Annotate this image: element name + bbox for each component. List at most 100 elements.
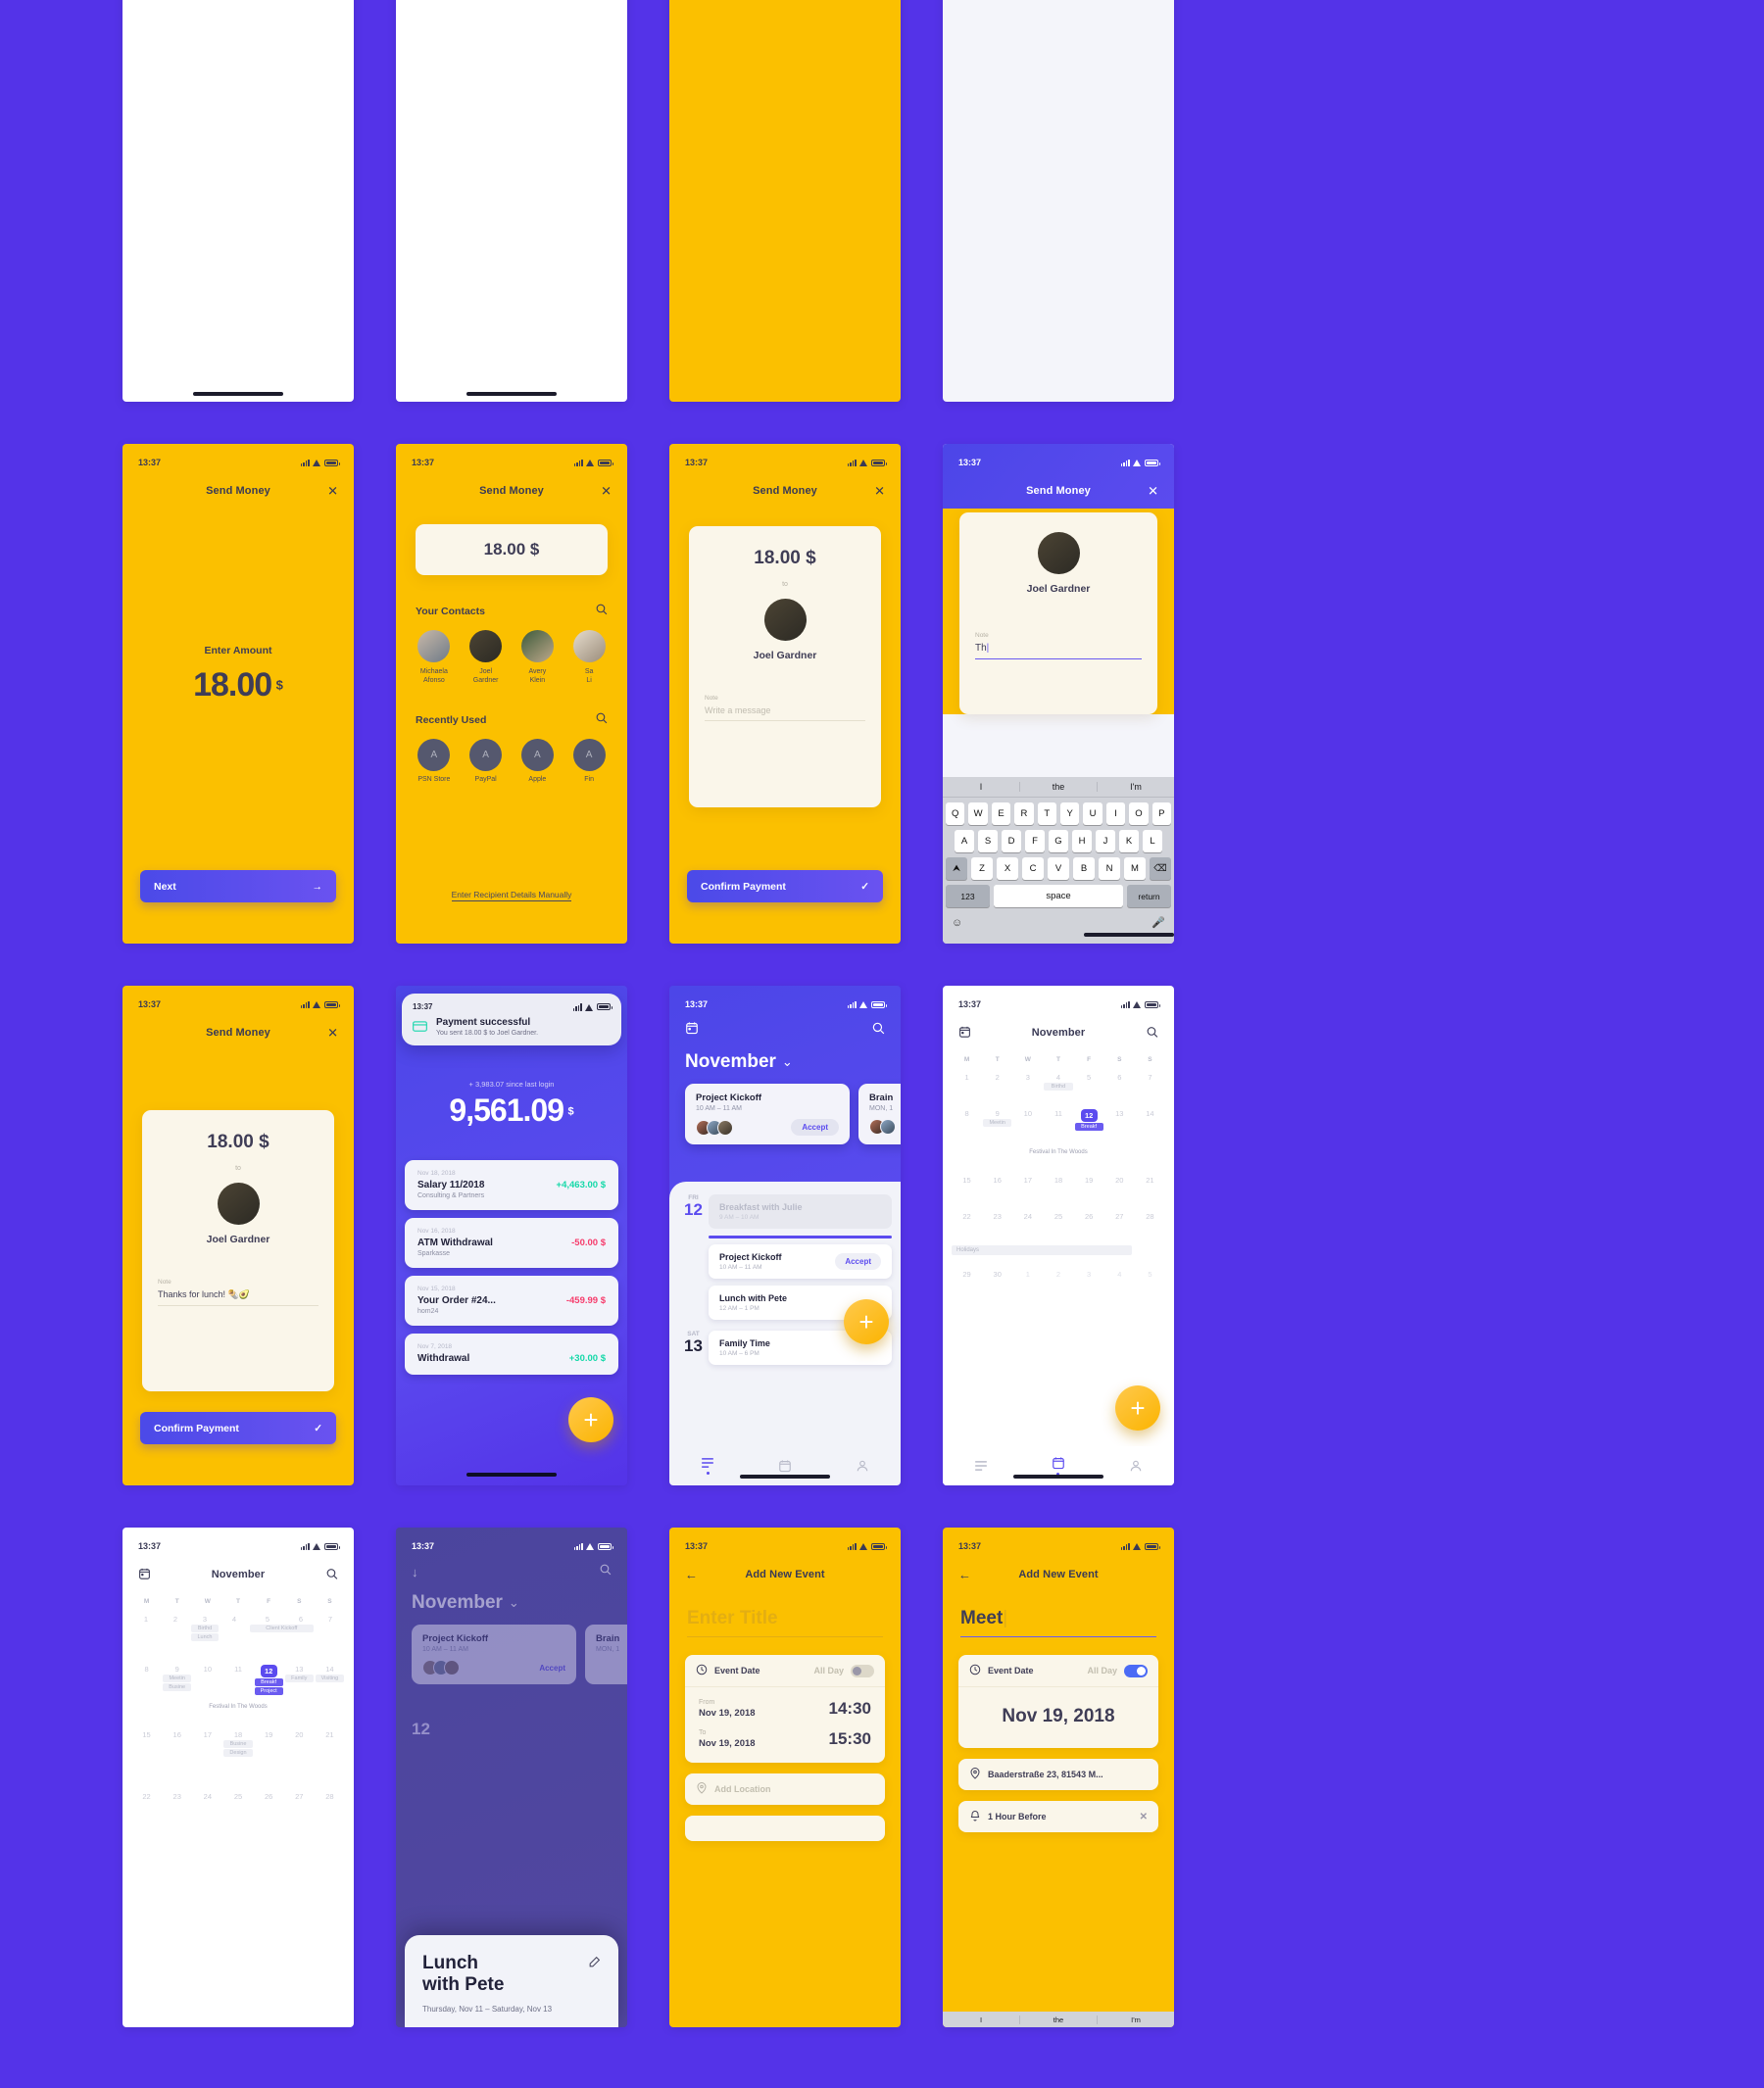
accept-button[interactable]: Accept <box>791 1119 839 1136</box>
to-time[interactable]: 15:30 <box>829 1729 871 1749</box>
key-i[interactable]: I <box>1105 802 1126 825</box>
confirm-payment-button[interactable]: Confirm Payment ✓ <box>140 1412 336 1444</box>
from-date[interactable]: Nov 19, 2018 <box>699 1708 756 1719</box>
key-a[interactable]: A <box>955 830 974 852</box>
prediction-3[interactable]: I'm <box>1097 782 1174 792</box>
chevron-down-icon[interactable]: ⌄ <box>782 1055 793 1068</box>
prediction-1[interactable]: I <box>943 2015 1019 2024</box>
recent-item[interactable]: A Apple <box>519 738 557 783</box>
calendar-day[interactable]: 5 Client Kickoff <box>249 1612 314 1648</box>
calendar-day[interactable]: 20 <box>1104 1173 1135 1209</box>
calendar-day[interactable]: 3 <box>1012 1070 1043 1106</box>
numbers-key[interactable]: 123 <box>946 885 990 907</box>
calendar-day[interactable]: 13 Family <box>284 1662 315 1698</box>
prediction-2[interactable]: the <box>1019 2015 1097 2024</box>
calendar-day[interactable]: 25 <box>1043 1209 1073 1245</box>
tab-profile[interactable] <box>856 1459 869 1473</box>
calendar-day[interactable]: 28 <box>315 1789 345 1825</box>
calendar-day[interactable]: 3 <box>1074 1267 1104 1303</box>
add-event-button[interactable]: + <box>1115 1385 1160 1431</box>
manual-entry-link[interactable]: Enter Recipient Details Manually <box>451 890 572 901</box>
note-input[interactable]: Th| <box>975 643 1142 659</box>
calendar-chip[interactable]: Busine <box>163 1683 192 1691</box>
search-icon[interactable] <box>1146 1026 1158 1041</box>
calendar-day[interactable]: 9 Meetin Busine <box>162 1662 192 1698</box>
key-d[interactable]: D <box>1002 830 1021 852</box>
key-r[interactable]: R <box>1014 802 1034 825</box>
calendar-day[interactable]: 6 <box>1104 1070 1135 1106</box>
calendar-day[interactable]: 8 <box>131 1662 162 1698</box>
tab-calendar[interactable] <box>778 1459 792 1473</box>
search-icon[interactable] <box>595 711 608 729</box>
calendar-icon[interactable] <box>958 1026 971 1041</box>
add-button[interactable]: + <box>568 1397 613 1442</box>
title-input[interactable]: Meet| <box>960 1608 1156 1637</box>
key-v[interactable]: V <box>1048 857 1069 880</box>
holidays-chip[interactable]: Holidays <box>952 1245 1133 1255</box>
all-day-toggle[interactable] <box>851 1664 874 1677</box>
key-j[interactable]: J <box>1096 830 1115 852</box>
calendar-day[interactable]: 15 <box>131 1727 162 1764</box>
close-icon[interactable]: ✕ <box>327 1027 338 1040</box>
tab-calendar[interactable] <box>1052 1456 1065 1476</box>
key-z[interactable]: Z <box>971 857 993 880</box>
close-icon[interactable]: ✕ <box>1148 485 1158 498</box>
calendar-icon[interactable] <box>685 1021 699 1040</box>
search-icon[interactable] <box>325 1568 338 1582</box>
calendar-day[interactable]: 2 <box>982 1070 1012 1106</box>
calendar-day[interactable]: 28 <box>1135 1209 1165 1245</box>
calendar-day[interactable]: 17 <box>192 1727 222 1764</box>
contact-item[interactable]: Sa Li <box>570 630 608 686</box>
key-l[interactable]: L <box>1143 830 1162 852</box>
calendar-day[interactable]: 11 <box>222 1662 253 1698</box>
calendar-day[interactable]: 10 <box>192 1662 222 1698</box>
calendar-day[interactable]: 18 Busine Design <box>222 1727 253 1764</box>
to-date[interactable]: Nov 19, 2018 <box>699 1738 756 1749</box>
calendar-day[interactable]: 14 Visiting <box>315 1662 345 1698</box>
back-icon[interactable]: ← <box>685 1569 698 1581</box>
event-card[interactable]: Project Kickoff 10 AM – 11 AM Accept <box>412 1625 576 1684</box>
calendar-day[interactable]: 7 <box>316 1612 345 1648</box>
calendar-day[interactable]: 24 <box>192 1789 222 1825</box>
recent-item[interactable]: A Fin <box>570 738 608 783</box>
calendar-day[interactable]: 24 <box>1012 1209 1043 1245</box>
close-icon[interactable]: ✕ <box>327 485 338 498</box>
calendar-day[interactable]: 11 <box>1043 1106 1073 1142</box>
transaction-row[interactable]: Nov 16, 2018 ATM Withdrawal -50.00 $ Spa… <box>405 1218 618 1268</box>
key-n[interactable]: N <box>1099 857 1120 880</box>
tab-list[interactable] <box>974 1460 988 1472</box>
calendar-day-selected[interactable]: 12 Breakf <box>1074 1106 1104 1142</box>
calendar-chip[interactable]: Family <box>284 1675 314 1682</box>
key-t[interactable]: T <box>1037 802 1056 825</box>
calendar-day[interactable]: 5 <box>1074 1070 1104 1106</box>
calendar-day[interactable]: 10 <box>1012 1106 1043 1142</box>
event-card[interactable]: Brain MON, 1 <box>858 1084 901 1144</box>
return-key[interactable]: return <box>1127 885 1171 907</box>
calendar-day[interactable]: 19 <box>1074 1173 1104 1209</box>
key-c[interactable]: C <box>1022 857 1044 880</box>
calendar-day[interactable]: 3 Birthd Lunch <box>190 1612 220 1648</box>
accept-button[interactable]: Accept <box>835 1252 881 1270</box>
search-icon[interactable] <box>595 603 608 620</box>
calendar-day[interactable]: 17 <box>1012 1173 1043 1209</box>
contact-item[interactable]: Michaela Afonso <box>416 630 453 686</box>
pencil-icon[interactable] <box>588 1956 601 1973</box>
mic-icon[interactable]: 🎤 <box>1152 916 1165 929</box>
note-input[interactable]: Write a message <box>705 705 865 721</box>
accept-button[interactable]: Accept <box>539 1664 565 1673</box>
calendar-day[interactable]: 23 <box>982 1209 1012 1245</box>
recent-item[interactable]: A PayPal <box>467 738 505 783</box>
calendar-chip[interactable]: Project <box>254 1687 283 1695</box>
space-key[interactable]: space <box>993 885 1124 907</box>
all-day-toggle[interactable] <box>1124 1664 1148 1677</box>
event-card[interactable]: Brain MON, 1 <box>585 1625 627 1684</box>
download-icon[interactable]: ↓ <box>412 1565 418 1579</box>
calendar-day[interactable]: 6 <box>286 1612 316 1648</box>
calendar-day[interactable]: 15 <box>952 1173 982 1209</box>
calendar-day[interactable]: 13 <box>1104 1106 1135 1142</box>
close-icon[interactable]: ✕ <box>601 485 612 498</box>
key-u[interactable]: U <box>1083 802 1102 825</box>
calendar-chip[interactable]: Meetin <box>163 1675 192 1682</box>
calendar-day[interactable]: 16 <box>982 1173 1012 1209</box>
key-w[interactable]: W <box>968 802 988 825</box>
